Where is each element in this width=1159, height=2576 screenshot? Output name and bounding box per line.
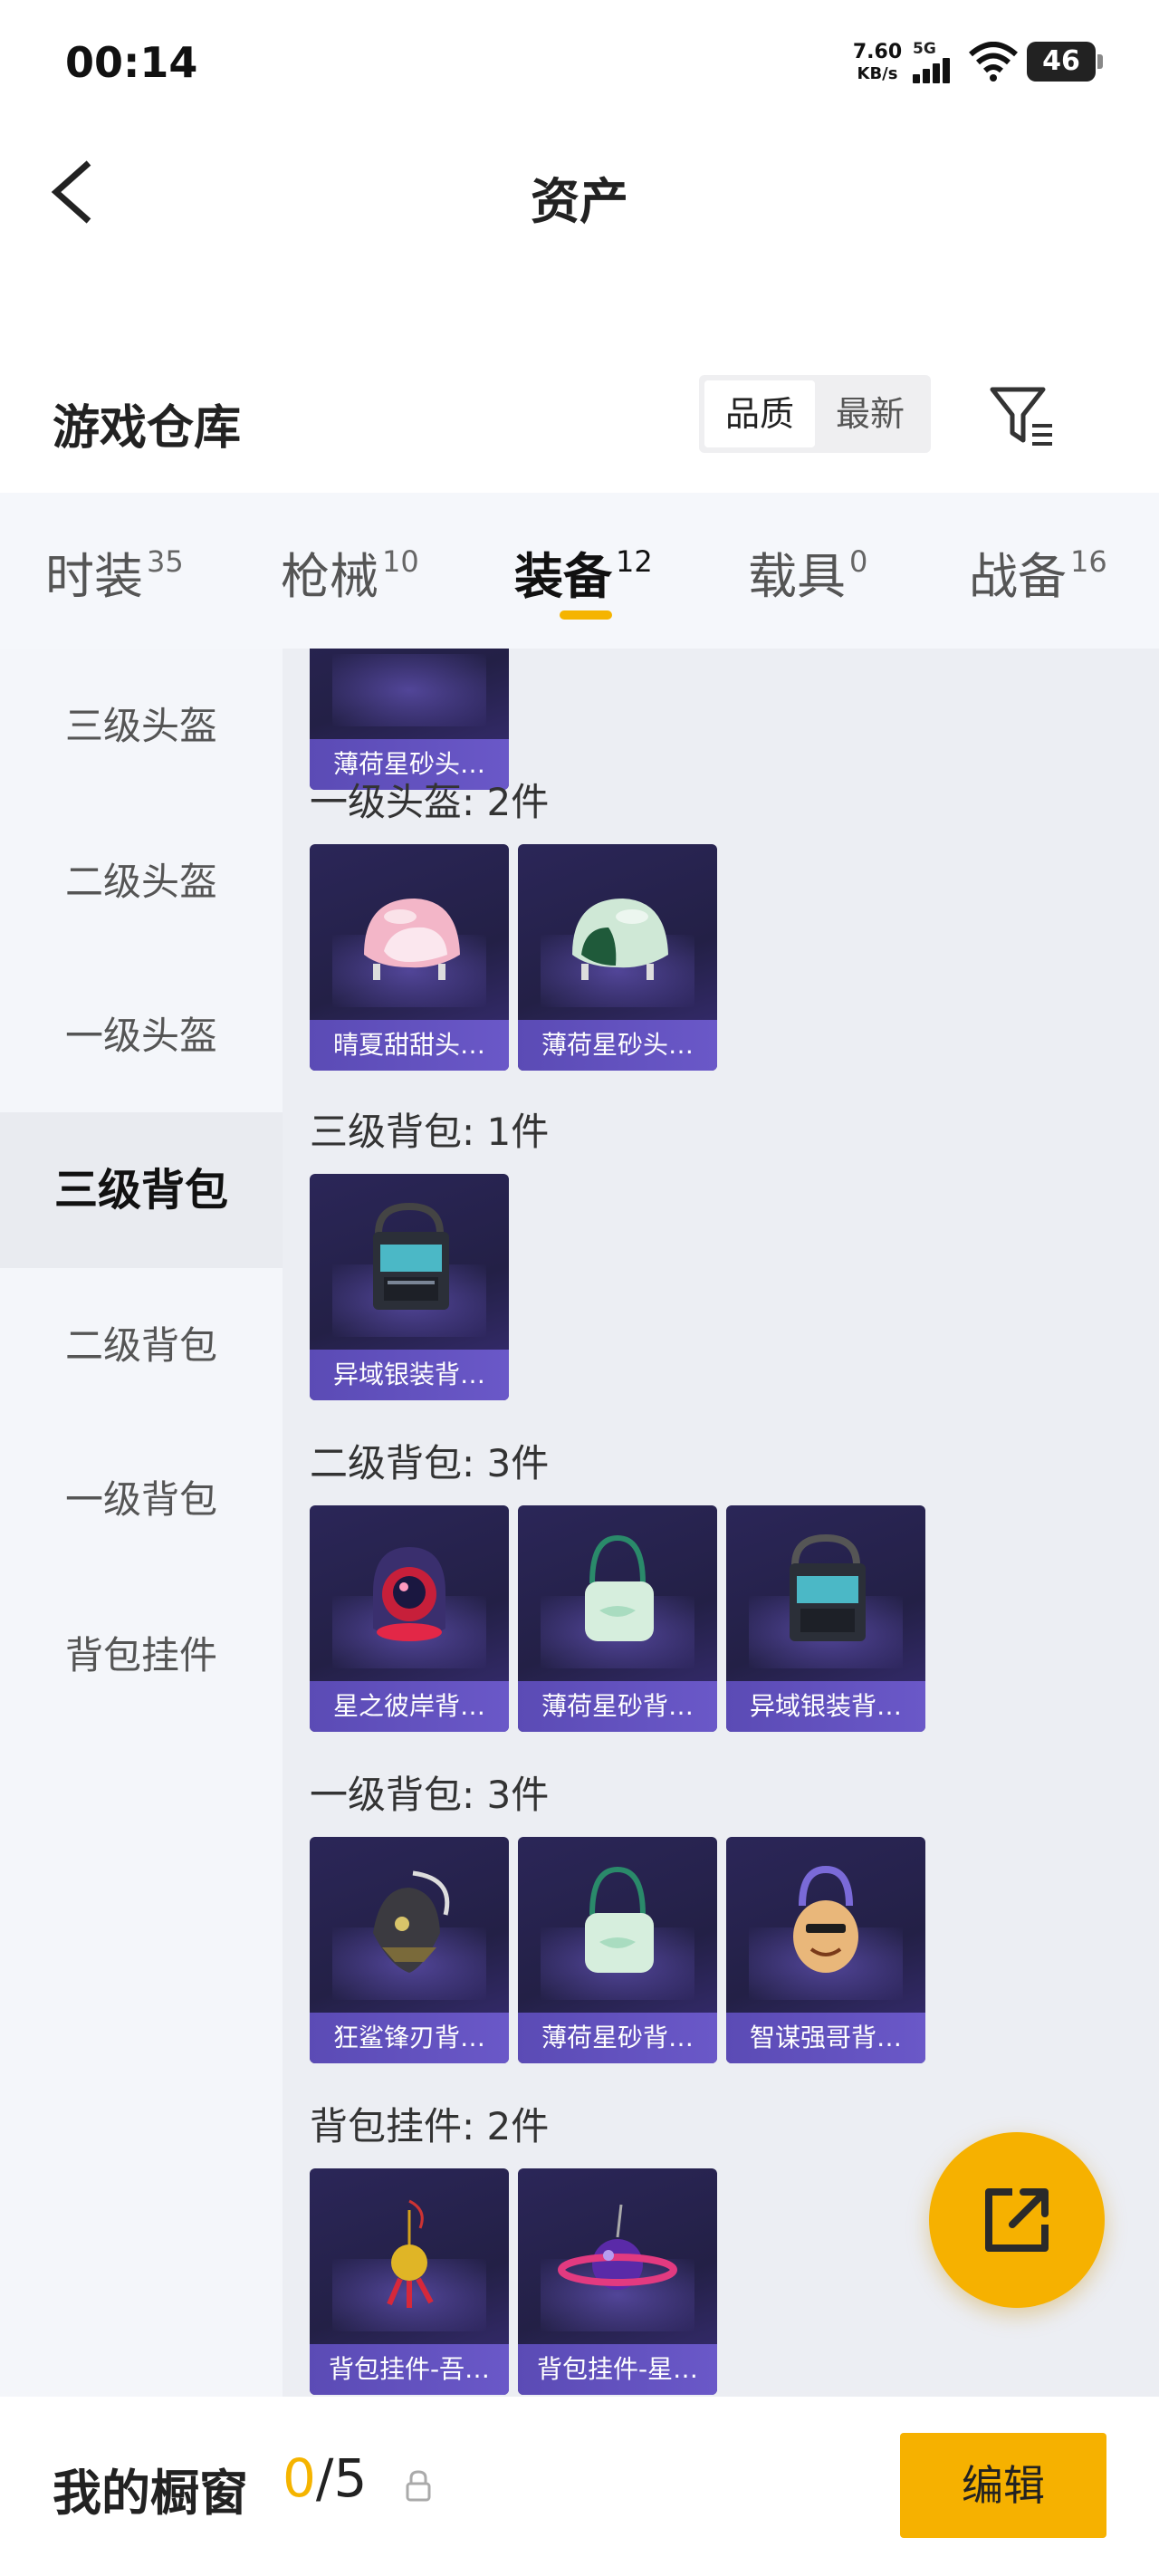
- tab-count: 35: [147, 544, 184, 579]
- tab-label: 时装: [45, 548, 143, 605]
- tab-label: 载具: [748, 548, 846, 605]
- item-name: 异域银装背…: [726, 1681, 925, 1732]
- wifi-icon: [969, 42, 1018, 82]
- item-card[interactable]: 薄荷星砂头…: [310, 649, 509, 790]
- charm-planet-icon: [558, 2204, 677, 2290]
- group-label: 背包挂件: 2件: [310, 2104, 550, 2148]
- share-icon: [985, 2188, 1049, 2252]
- tab-vehicles[interactable]: 载具 0: [748, 536, 867, 608]
- status-bar: 00:14 7.60 KB/s 5G 46: [0, 0, 1159, 127]
- item-card[interactable]: 智谋强哥背…: [726, 1837, 925, 2063]
- section-title: 游戏仓库: [53, 401, 242, 456]
- network-type: 5G: [913, 40, 936, 58]
- item-name: 背包挂件-吾…: [310, 2344, 509, 2395]
- showcase-count: 0/5: [283, 2447, 367, 2509]
- backpack-astronaut-icon: [373, 1547, 445, 1641]
- item-card[interactable]: 薄荷星砂背…: [518, 1505, 717, 1732]
- sort-toggle: 品质 最新: [699, 375, 931, 453]
- showcase-total: /5: [315, 2447, 368, 2509]
- net-speed-value: 7.60: [852, 41, 903, 63]
- sidebar-item-helmet-3[interactable]: 三级头盔: [0, 649, 283, 804]
- battery-icon: 46: [1027, 42, 1103, 82]
- tab-label: 枪械: [281, 548, 378, 605]
- edit-button[interactable]: 编辑: [900, 2433, 1106, 2538]
- backpack-mint-icon: [585, 1534, 654, 1641]
- item-name: 狂鲨锋刃背…: [310, 2013, 509, 2063]
- item-card[interactable]: 晴夏甜甜头…: [310, 844, 509, 1071]
- item-name: 异域银装背…: [310, 1350, 509, 1400]
- category-tabs: 时装 35 枪械 10 装备 12 载具 0 战备 16: [0, 493, 1159, 649]
- sidebar: 三级头盔 二级头盔 一级头盔 三级背包 二级背包 一级背包 背包挂件: [0, 649, 283, 2397]
- tab-fashion[interactable]: 时装 35: [45, 536, 184, 608]
- sidebar-item-backpack-charm[interactable]: 背包挂件: [0, 1578, 283, 1734]
- tab-supplies[interactable]: 战备 16: [969, 536, 1107, 608]
- item-card[interactable]: 背包挂件-星…: [518, 2168, 717, 2395]
- item-name: 薄荷星砂头…: [518, 1020, 717, 1071]
- net-speed-unit: KB/s: [857, 64, 898, 83]
- item-card[interactable]: 薄荷星砂背…: [518, 1837, 717, 2063]
- group-label: 三级背包: 1件: [310, 1110, 550, 1154]
- item-name: 晴夏甜甜头…: [310, 1020, 509, 1071]
- charm-bell-icon: [387, 2199, 434, 2308]
- backpack-face-icon: [793, 1865, 858, 1973]
- backpack-silver-icon: [790, 1533, 866, 1641]
- sidebar-item-helmet-2[interactable]: 二级头盔: [0, 804, 283, 960]
- helmet-mint-icon: [572, 899, 668, 980]
- showcase-bar: 我的橱窗 0/5 编辑: [0, 2397, 1159, 2576]
- tab-label: 装备: [514, 548, 612, 605]
- backpack-mint-icon: [585, 1866, 654, 1973]
- signal-icon: [913, 56, 958, 83]
- sidebar-item-backpack-2[interactable]: 二级背包: [0, 1268, 283, 1424]
- group-label: 二级背包: 3件: [310, 1441, 550, 1485]
- group-label: 一级背包: 3件: [310, 1773, 550, 1817]
- helmet-pink-icon: [364, 899, 460, 980]
- sidebar-item-backpack-1[interactable]: 一级背包: [0, 1422, 283, 1578]
- tab-count: 16: [1070, 544, 1107, 579]
- tab-count: 12: [616, 544, 653, 579]
- item-card[interactable]: 背包挂件-吾…: [310, 2168, 509, 2395]
- item-card[interactable]: 薄荷星砂头…: [518, 844, 717, 1071]
- item-card[interactable]: 异域银装背…: [726, 1505, 925, 1732]
- showcase-label: 我的橱窗: [53, 2465, 248, 2522]
- item-card[interactable]: 星之彼岸背…: [310, 1505, 509, 1732]
- status-time: 00:14: [65, 38, 198, 87]
- page-title: 资产: [531, 173, 628, 230]
- item-name: 薄荷星砂背…: [518, 1681, 717, 1732]
- sort-newest[interactable]: 最新: [815, 380, 925, 447]
- backpack-shark-icon: [373, 1870, 450, 1973]
- backpack-silver-icon: [373, 1202, 449, 1310]
- sort-quality[interactable]: 品质: [704, 380, 815, 447]
- lock-icon: [406, 2470, 431, 2502]
- filter-icon[interactable]: [987, 380, 1059, 453]
- showcase-current: 0: [283, 2447, 316, 2509]
- sidebar-item-backpack-3[interactable]: 三级背包: [0, 1112, 283, 1268]
- sidebar-item-helmet-1[interactable]: 一级头盔: [0, 958, 283, 1114]
- item-card[interactable]: 狂鲨锋刃背…: [310, 1837, 509, 2063]
- tab-guns[interactable]: 枪械 10: [281, 536, 419, 608]
- share-button[interactable]: [929, 2132, 1105, 2308]
- item-name: 薄荷星砂背…: [518, 2013, 717, 2063]
- item-name: 智谋强哥背…: [726, 2013, 925, 2063]
- group-label: 一级头盔: 2件: [310, 780, 550, 824]
- net-speed: 7.60 KB/s: [846, 42, 909, 85]
- tab-count: 0: [849, 544, 868, 579]
- item-name: 背包挂件-星…: [518, 2344, 717, 2395]
- item-name: 星之彼岸背…: [310, 1681, 509, 1732]
- tab-count: 10: [382, 544, 419, 579]
- tab-equipment[interactable]: 装备 12: [514, 536, 653, 608]
- active-tab-indicator: [560, 610, 612, 620]
- tab-label: 战备: [969, 548, 1067, 605]
- item-card[interactable]: 异域银装背…: [310, 1174, 509, 1400]
